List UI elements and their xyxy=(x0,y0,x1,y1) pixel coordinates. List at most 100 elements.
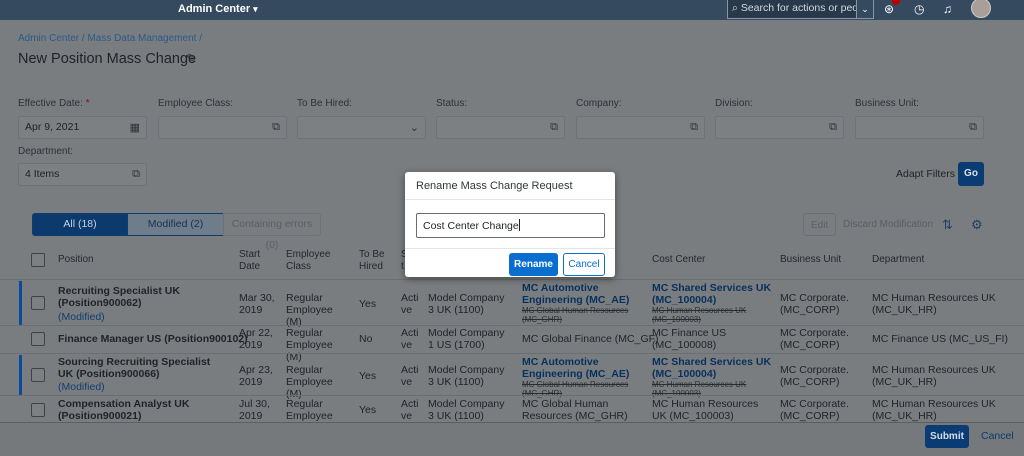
cost-center: MC Human Resources UK (MC_100003) xyxy=(652,398,759,422)
chat-icon[interactable]: ◷ xyxy=(914,2,924,16)
dialog-cancel-button[interactable]: Cancel xyxy=(563,253,605,276)
business-unit: MC Corporate. (MC_CORP) xyxy=(780,292,849,316)
status: Acti ve xyxy=(401,292,419,316)
to-be-hired: No xyxy=(359,333,373,345)
modified-indicator xyxy=(19,355,22,395)
value-help-icon[interactable]: ⧉ xyxy=(550,121,558,134)
start-date: Apr 23, 2019 xyxy=(239,364,273,388)
value-help-icon[interactable]: ⧉ xyxy=(829,121,837,134)
col-cost-center: Cost Center xyxy=(652,254,706,265)
page-title: New Position Mass Change xyxy=(18,51,197,67)
to-be-hired-label: To Be Hired: xyxy=(297,98,353,109)
division-label: Division: xyxy=(715,98,753,109)
position-name[interactable]: Compensation Analyst UK (Position900021) xyxy=(58,398,228,422)
company-field[interactable]: ⧉ xyxy=(576,116,705,139)
rename-button[interactable]: Rename xyxy=(509,253,558,276)
adapt-filters-button[interactable]: Adapt Filters xyxy=(896,168,955,180)
modified-label: (Modified) xyxy=(58,311,105,323)
business-unit-field[interactable]: ⧉ xyxy=(855,116,984,139)
division-field[interactable]: ⧉ xyxy=(715,116,844,139)
company: Model Company 3 UK (1100) xyxy=(428,364,505,388)
status-field[interactable]: ⧉ xyxy=(436,116,565,139)
row-checkbox[interactable] xyxy=(31,368,45,382)
department: MC Human Resources UK (MC_UK_HR) xyxy=(872,398,996,422)
row-checkbox[interactable] xyxy=(31,332,45,346)
value-help-icon[interactable]: ⧉ xyxy=(690,121,698,134)
shell-bar: Admin Center ▾ ⌕ Search for actions or pe… xyxy=(0,0,1024,20)
value-help-icon[interactable]: ⧉ xyxy=(132,168,140,181)
tab-all[interactable]: All (18) xyxy=(32,213,128,236)
division-new: MC Automotive Engineering (MC_AE) MC Glob… xyxy=(522,356,644,398)
notification-badge xyxy=(892,0,900,5)
position-name[interactable]: Recruiting Specialist UK (Position900062… xyxy=(58,285,228,309)
dialog-footer: Rename Cancel xyxy=(405,248,615,277)
employee-class: Regular Employee (M) xyxy=(286,292,333,328)
breadcrumb[interactable]: Admin Center / Mass Data Management / xyxy=(18,33,202,44)
employee-class-field[interactable]: ⧉ xyxy=(158,116,287,139)
position-name[interactable]: Sourcing Recruiting Specialist UK (Posit… xyxy=(58,356,228,380)
status: Acti ve xyxy=(401,364,419,388)
company: Model Company 3 UK (1100) xyxy=(428,398,505,422)
search-icon: ⌕ xyxy=(732,2,738,14)
value-help-icon[interactable]: ⧉ xyxy=(969,121,977,134)
to-be-hired: Yes xyxy=(359,370,377,382)
search-placeholder: Search for actions or peo... xyxy=(740,2,857,14)
to-be-hired-select[interactable]: ⌄ xyxy=(297,116,426,139)
value-help-icon[interactable]: ⧉ xyxy=(272,121,280,134)
department: MC Human Resources UK (MC_UK_HR) xyxy=(872,292,996,316)
effective-date-field[interactable]: Apr 9, 2021 ▦ xyxy=(18,116,147,139)
status: Acti ve xyxy=(401,327,419,351)
department: MC Finance US (MC_US_FI) xyxy=(872,333,1008,345)
division-new: MC Automotive Engineering (MC_AE) MC Glob… xyxy=(522,282,644,324)
cost-center: MC Finance US (MC_100008) xyxy=(652,327,727,351)
footer-bar xyxy=(0,422,1024,456)
bell-icon[interactable]: ♫ xyxy=(943,2,952,16)
col-start-date: Start Date xyxy=(239,249,261,272)
chevron-down-icon: ⌄ xyxy=(409,122,419,134)
tab-modified[interactable]: Modified (2) xyxy=(127,213,224,236)
request-name-input[interactable]: Cost Center Change xyxy=(416,213,605,238)
business-unit: MC Corporate. (MC_CORP) xyxy=(780,398,849,422)
cost-center-new: MC Shared Services UK (MC_100004) MC Huma… xyxy=(652,356,774,398)
business-unit: MC Corporate. (MC_CORP) xyxy=(780,364,849,388)
cancel-button[interactable]: Cancel xyxy=(981,430,1014,442)
submit-button[interactable]: Submit xyxy=(925,425,969,448)
modified-indicator xyxy=(19,281,22,325)
chevron-down-icon: ▾ xyxy=(253,4,258,14)
division: MC Global Finance (MC_GF) xyxy=(522,333,659,345)
admin-center-menu[interactable]: Admin Center ▾ xyxy=(178,3,258,15)
settings-gear-icon[interactable]: ⚙ xyxy=(971,213,983,236)
tab-containing-errors[interactable]: Containing errors (0) xyxy=(223,213,321,251)
position-name[interactable]: Finance Manager US (Position900102) xyxy=(58,333,248,345)
department-label: Department: xyxy=(18,146,74,157)
to-be-hired: Yes xyxy=(359,404,377,416)
start-date: Mar 30, 2019 xyxy=(239,292,275,316)
row-checkbox[interactable] xyxy=(31,296,45,310)
go-button[interactable]: Go xyxy=(958,162,984,186)
select-all-checkbox[interactable] xyxy=(31,253,45,267)
discard-modification-button[interactable]: Discard Modification xyxy=(843,213,933,236)
department-value: 4 Items xyxy=(25,168,60,180)
request-name-value: Cost Center Change xyxy=(423,220,519,232)
cost-center-new: MC Shared Services UK (MC_100004) MC Huma… xyxy=(652,282,774,324)
start-date: Apr 22, 2019 xyxy=(239,327,273,351)
effective-date-value: Apr 9, 2021 xyxy=(25,121,80,133)
cost-center-old: MC Human Resources UK (MC_100003) xyxy=(652,306,747,324)
edit-title-icon[interactable]: ✎ xyxy=(186,51,197,67)
edit-button[interactable]: Edit xyxy=(803,213,837,236)
dialog-title: Rename Mass Change Request xyxy=(405,172,615,200)
text-cursor xyxy=(518,219,520,231)
sort-icon[interactable]: ⇅ xyxy=(942,213,953,236)
status-label: Status: xyxy=(436,98,468,109)
department-field[interactable]: 4 Items ⧉ xyxy=(18,163,147,186)
business-unit-label: Business Unit: xyxy=(855,98,919,109)
avatar[interactable] xyxy=(971,0,991,18)
search-input[interactable]: ⌕ Search for actions or peo... xyxy=(727,0,857,19)
col-position: Position xyxy=(58,254,94,265)
to-be-hired: Yes xyxy=(359,298,377,310)
shell-title: Admin Center xyxy=(178,3,251,15)
search-scope-dropdown[interactable]: ⌄ xyxy=(856,0,874,19)
calendar-icon[interactable]: ▦ xyxy=(130,121,140,134)
row-checkbox[interactable] xyxy=(31,403,45,417)
modified-label: (Modified) xyxy=(58,381,105,393)
